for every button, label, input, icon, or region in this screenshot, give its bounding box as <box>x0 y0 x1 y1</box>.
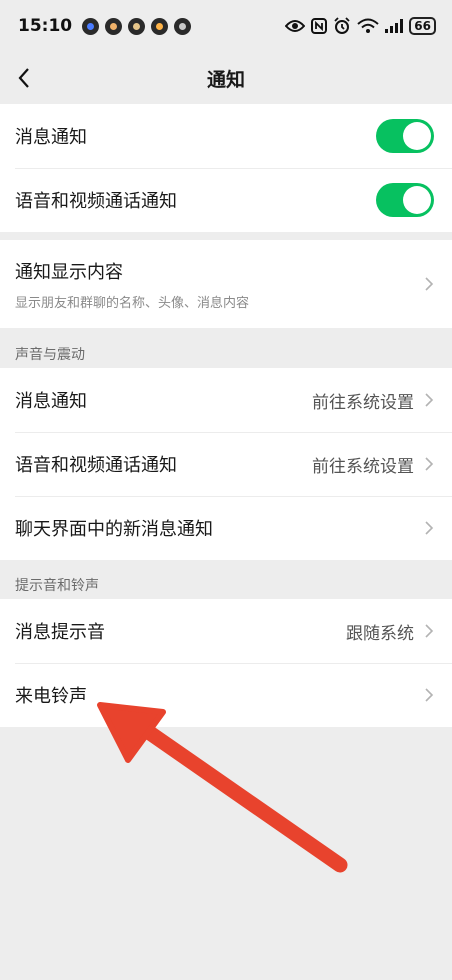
nfc-icon <box>311 18 328 34</box>
display-content-row[interactable]: 通知显示内容 显示朋友和群聊的名称、头像、消息内容 <box>0 240 452 328</box>
app-notification-icon <box>105 17 123 35</box>
status-right: 66 <box>285 17 436 35</box>
row-label: 语音和视频通话通知 <box>15 191 177 212</box>
alarm-icon <box>334 17 350 34</box>
sound-group: 消息通知 前往系统设置 语音和视频通话通知 前往系统设置 聊天界面中的新消息通知 <box>0 368 452 560</box>
page-title: 通知 <box>206 68 245 91</box>
toggle-knob <box>403 122 431 150</box>
row-label: 来电铃声 <box>15 686 87 707</box>
row-right: 前往系统设置 <box>312 452 434 477</box>
status-time: 15:10 <box>18 16 73 36</box>
row-value: 跟随系统 <box>346 623 414 644</box>
row-value: 前往系统设置 <box>312 456 414 477</box>
section-header-ring: 提示音和铃声 <box>15 578 99 594</box>
row-sublabel: 显示朋友和群聊的名称、头像、消息内容 <box>15 295 250 311</box>
wifi-6-icon <box>357 18 379 33</box>
sound-call-notification-row[interactable]: 语音和视频通话通知 前往系统设置 <box>0 432 452 496</box>
chevron-right-icon <box>425 277 434 291</box>
back-button[interactable] <box>8 62 40 94</box>
nav-bar: 通知 <box>0 52 452 104</box>
ringtone-row[interactable]: 来电铃声 <box>0 663 452 727</box>
row-label: 聊天界面中的新消息通知 <box>15 519 213 540</box>
toggle-knob <box>403 186 431 214</box>
call-notification-row: 语音和视频通话通知 <box>0 168 452 232</box>
status-left: 15:10 <box>18 16 192 36</box>
row-right: 跟随系统 <box>346 619 434 644</box>
row-label: 语音和视频通话通知 <box>15 455 177 476</box>
app-notification-icon <box>128 17 146 35</box>
chevron-right-icon <box>425 624 434 638</box>
chevron-left-icon <box>18 68 29 88</box>
chevron-right-icon <box>425 393 434 407</box>
row-label: 通知显示内容 <box>15 261 123 283</box>
display-content-group: 通知显示内容 显示朋友和群聊的名称、头像、消息内容 <box>0 240 452 328</box>
status-bar: 15:10 66 <box>0 0 452 52</box>
call-notification-toggle[interactable] <box>376 183 434 217</box>
row-label: 消息通知 <box>15 127 87 148</box>
eye-icon <box>285 20 306 32</box>
section-header-sound: 声音与震动 <box>15 347 85 363</box>
app-notification-icon <box>174 17 192 35</box>
message-notification-row: 消息通知 <box>0 104 452 168</box>
row-text: 通知显示内容 显示朋友和群聊的名称、头像、消息内容 <box>15 258 249 311</box>
chat-new-message-notification-row[interactable]: 聊天界面中的新消息通知 <box>0 496 452 560</box>
battery-indicator: 66 <box>409 17 436 35</box>
row-right: 前往系统设置 <box>312 388 434 413</box>
chevron-right-icon <box>425 688 434 702</box>
toggle-group: 消息通知 语音和视频通话通知 <box>0 104 452 232</box>
chevron-right-icon <box>425 457 434 471</box>
chevron-right-icon <box>425 521 434 535</box>
message-notification-toggle[interactable] <box>376 119 434 153</box>
ring-group: 消息提示音 跟随系统 来电铃声 <box>0 599 452 727</box>
message-tone-row[interactable]: 消息提示音 跟随系统 <box>0 599 452 663</box>
app-notification-icon <box>82 17 100 35</box>
sound-message-notification-row[interactable]: 消息通知 前往系统设置 <box>0 368 452 432</box>
row-label: 消息提示音 <box>15 622 105 643</box>
row-label: 消息通知 <box>15 391 87 412</box>
signal-icon <box>385 19 404 33</box>
row-value: 前往系统设置 <box>312 392 414 413</box>
app-notification-icon <box>151 17 169 35</box>
